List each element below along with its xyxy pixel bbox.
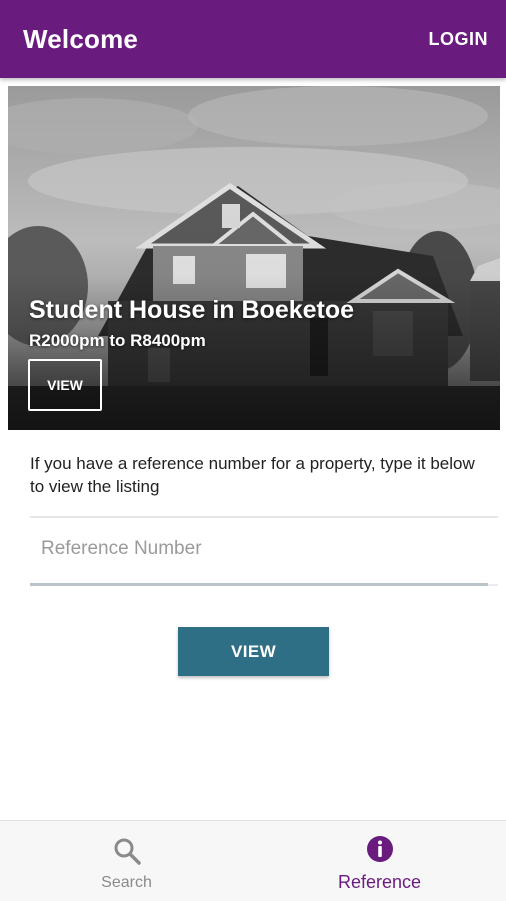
property-price-range: R2000pm to R8400pm <box>29 331 206 350</box>
bottom-navigation: Search Reference <box>0 820 506 901</box>
search-icon <box>114 838 141 865</box>
property-name: Student House in Boeketoe <box>29 296 355 324</box>
featured-view-button[interactable]: VIEW <box>28 359 102 411</box>
info-icon <box>366 836 393 862</box>
input-underline <box>30 583 488 586</box>
nav-item-search[interactable]: Search <box>0 821 253 901</box>
reference-number-input[interactable] <box>30 518 488 580</box>
login-button[interactable]: LOGIN <box>429 29 489 50</box>
nav-item-reference[interactable]: Reference <box>253 821 506 901</box>
view-reference-button[interactable]: VIEW <box>178 627 329 676</box>
app-bar: Welcome LOGIN <box>0 0 506 78</box>
page-title: Welcome <box>23 24 139 54</box>
featured-property-card[interactable]: Student House in Boeketoe R2000pm to R84… <box>8 86 500 430</box>
reference-field-container <box>30 516 498 586</box>
reference-instructions: If you have a reference number for a pro… <box>30 454 475 496</box>
nav-label-search: Search <box>101 874 152 891</box>
nav-label-reference: Reference <box>337 872 422 892</box>
